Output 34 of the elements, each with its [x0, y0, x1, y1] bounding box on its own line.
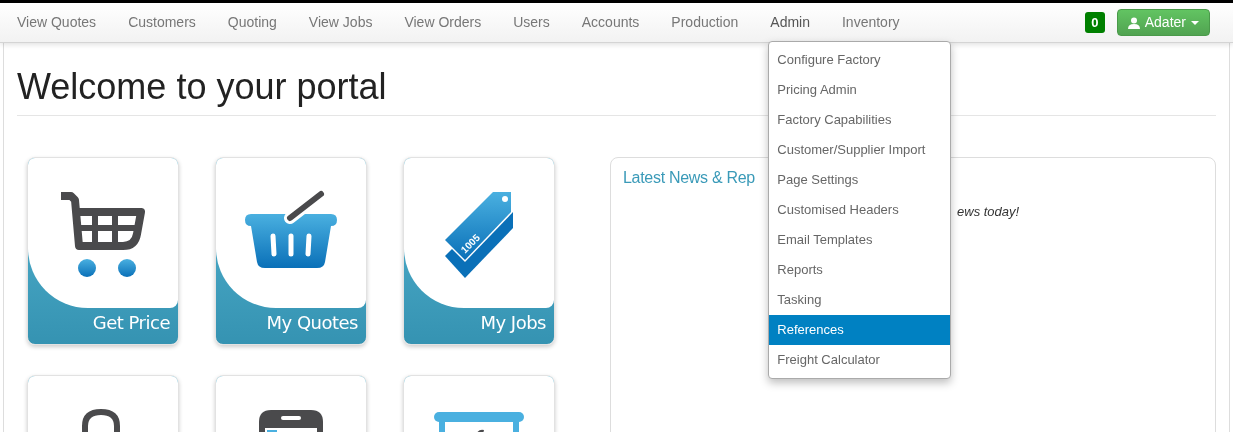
menu-item[interactable]: Freight Calculator: [769, 345, 951, 375]
nav-link[interactable]: Admin: [754, 12, 826, 33]
caret-icon: [1191, 20, 1199, 25]
app-tile[interactable]: My Quotes: [215, 157, 367, 345]
nav-link[interactable]: Production: [655, 12, 755, 33]
nav-link[interactable]: View Jobs: [292, 12, 389, 33]
user-icon: [1127, 16, 1140, 29]
menu-item[interactable]: References: [769, 315, 951, 345]
menu-item[interactable]: Reports: [769, 255, 951, 285]
menu-item[interactable]: Customer/Supplier Import: [769, 135, 951, 165]
nav-link[interactable]: View Orders: [388, 12, 498, 33]
nav-link[interactable]: Quoting: [211, 12, 293, 33]
user-menu-button[interactable]: Adater: [1116, 9, 1210, 36]
menu-item[interactable]: Email Templates: [769, 225, 951, 255]
nav-link[interactable]: Accounts: [565, 12, 656, 33]
tile-label: My Jobs: [480, 311, 546, 335]
nav-link[interactable]: Inventory: [826, 12, 916, 33]
nav-link[interactable]: Customers: [112, 12, 212, 33]
app-tile[interactable]: Get Price: [27, 157, 179, 345]
tile-label: Get Price: [92, 311, 170, 335]
nav-link[interactable]: View Quotes: [1, 12, 113, 33]
notification-count[interactable]: 0: [1084, 12, 1105, 33]
menu-item[interactable]: Factory Capabilities: [769, 105, 951, 135]
tile-label: My Quotes: [266, 311, 358, 335]
basket-icon: [243, 190, 339, 270]
menu-item[interactable]: Page Settings: [769, 165, 951, 195]
menu-item[interactable]: Configure Factory: [769, 45, 951, 75]
news-text: ews today!: [957, 203, 1020, 221]
nav-link[interactable]: Users: [497, 12, 566, 33]
news-title: Latest News & Rep: [623, 168, 755, 188]
page-heading: Welcome to your portal: [17, 65, 387, 109]
menu-item[interactable]: Tasking: [769, 285, 951, 315]
menu-item[interactable]: Customised Headers: [769, 195, 951, 225]
menu-item[interactable]: Pricing Admin: [769, 75, 951, 105]
